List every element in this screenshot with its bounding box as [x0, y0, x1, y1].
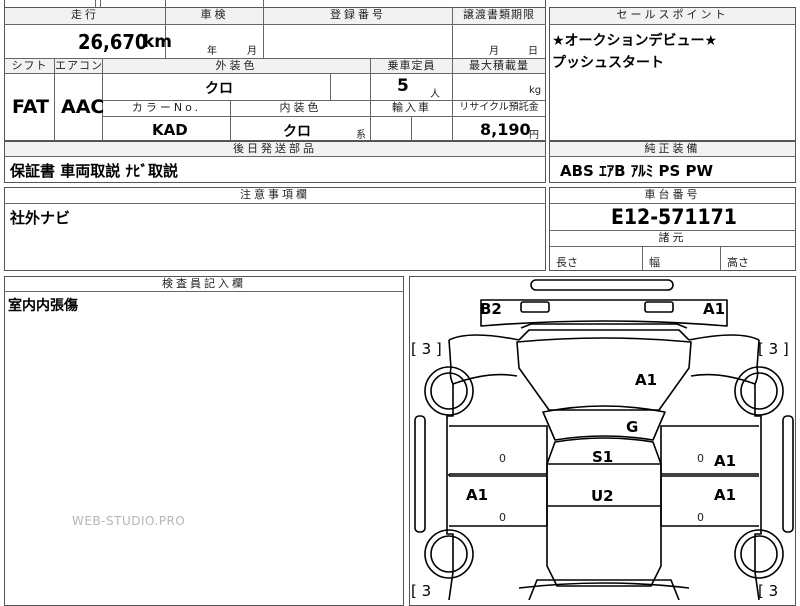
later-parts-value: 保証書 車両取説 ﾅﾋﾞ取説	[10, 162, 178, 180]
wheel-bottom-right	[734, 529, 784, 579]
mark-front-left: B2	[480, 300, 502, 318]
transfer-month: 月	[489, 46, 499, 57]
inspector-section	[4, 276, 404, 606]
dim-width-label: 幅	[649, 256, 660, 269]
hood	[516, 337, 692, 411]
mark-windshield: G	[626, 418, 639, 436]
recycle-unit: 円	[529, 130, 539, 141]
mileage-unit: km	[143, 32, 173, 52]
dimensions-header: 諸元	[658, 231, 687, 244]
chassis-number-header: 車台番号	[644, 188, 701, 201]
interior-color-value: クロ	[283, 124, 311, 140]
pillar-mark-1: 0	[499, 452, 506, 465]
max-load-unit: kg	[529, 85, 542, 96]
body-right	[754, 339, 762, 600]
pillar-mark-2: 0	[499, 511, 506, 524]
interior-color-header: 内装色	[279, 101, 322, 114]
notes-header: 注意事項欄	[240, 188, 310, 201]
mark-seat-rear: U2	[591, 487, 614, 505]
exterior-color-value: クロ	[205, 81, 233, 97]
front-bumper	[480, 299, 728, 327]
aircon-header: エアコン	[55, 59, 102, 73]
pillar-mark-3: 0	[697, 452, 704, 465]
headlight-left	[520, 301, 550, 313]
shift-header: シフト	[5, 59, 54, 73]
mark-tire-bottom-left: [ 3	[411, 582, 432, 600]
car-diagram	[414, 279, 794, 600]
mark-door-left-rear: A1	[466, 486, 489, 504]
aircon-value: AAC	[61, 96, 105, 118]
dim-height-label: 高さ	[727, 256, 749, 269]
wheel-top-left	[424, 366, 474, 416]
color-no-value: KAD	[152, 121, 188, 139]
mileage-header: 走行	[5, 8, 165, 24]
sales-point-line-1: ★オークションデビュー★	[552, 33, 718, 49]
interior-color-suffix: 系	[356, 130, 366, 141]
inspection-month: 月	[247, 46, 257, 57]
mileage-value: 26,670	[78, 30, 148, 54]
headlight-right	[644, 301, 674, 313]
mark-hood: A1	[635, 371, 658, 389]
door-right-front	[660, 425, 759, 475]
import-header: 輸入車	[392, 101, 431, 114]
recycle-value: 8,190	[480, 120, 531, 139]
capacity-header: 乗車定員	[371, 59, 452, 73]
door-left-front	[449, 425, 548, 475]
mark-door-right-rear: A1	[714, 486, 737, 504]
shift-value: FAT	[12, 96, 49, 118]
mark-front-right: A1	[703, 300, 726, 318]
sales-point-line-2: プッシュスタート	[552, 55, 664, 71]
color-no-header: カラーNo.	[131, 101, 202, 114]
sales-point-section	[549, 7, 796, 141]
standard-equipment-header: 純正装備	[550, 142, 795, 156]
chassis-number-value: E12-571171	[611, 205, 737, 229]
body-left	[446, 339, 454, 600]
hood-front	[520, 323, 688, 329]
registration-header: 登録番号	[264, 8, 452, 24]
recycle-header: リサイクル預託金	[459, 102, 539, 113]
max-load-header: 最大積載量	[453, 59, 545, 73]
mirror-right	[782, 415, 794, 533]
mark-tire-top-left: [ 3 ]	[411, 340, 442, 358]
mirror-left	[414, 415, 426, 533]
inspection-year: 年	[207, 46, 217, 57]
exterior-color-header: 外装色	[103, 59, 370, 73]
wheel-bottom-left	[424, 529, 474, 579]
pillar-mark-4: 0	[697, 511, 704, 524]
watermark: WEB-STUDIO.PRO	[72, 514, 186, 528]
standard-equipment-value: ABS ｴｱB ｱﾙﾐ PS PW	[560, 162, 714, 180]
capacity-unit: 人	[430, 89, 440, 100]
inspector-note: 室内内張傷	[8, 298, 78, 314]
later-parts-header: 後日発送部品	[5, 142, 545, 156]
capacity-value: 5	[397, 76, 409, 96]
wheel-top-right	[734, 366, 784, 416]
vehicle-info-table	[4, 7, 546, 141]
mark-door-right-front: A1	[714, 452, 737, 470]
mark-tire-bottom-right: [ 3	[758, 582, 779, 600]
dim-length-label: 長さ	[556, 256, 578, 269]
front-grille-slot	[530, 279, 674, 291]
transfer-deadline-header: 譲渡書類期限	[453, 8, 545, 24]
transfer-day: 日	[528, 46, 538, 57]
sales-point-header: セールスポイント	[550, 8, 795, 24]
windshield	[542, 405, 666, 441]
notes-value: 社外ナビ	[10, 209, 71, 227]
mark-seat-front: S1	[592, 448, 614, 466]
inspector-header: 検査員記入欄	[162, 277, 246, 290]
inspection-header: 車検	[166, 8, 263, 24]
mark-tire-top-right: [ 3 ]	[758, 340, 789, 358]
